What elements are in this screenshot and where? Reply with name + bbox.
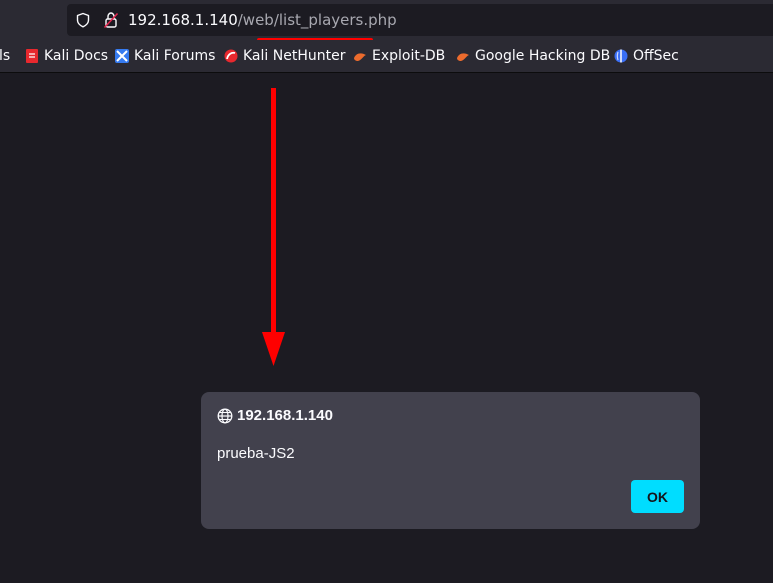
navigation-toolbar: 192.168.1.140/web/list_players.php [0,0,773,42]
bookmark-google-hacking-db[interactable]: Google Hacking DB [456,47,610,65]
ok-button[interactable]: OK [631,480,684,513]
kali-forums-icon [115,49,129,63]
alert-dialog: 192.168.1.140 prueba-JS2 OK [201,392,700,529]
shield-icon[interactable] [75,12,91,28]
kali-nethunter-icon [224,49,238,63]
url-bar[interactable]: 192.168.1.140/web/list_players.php [67,4,773,36]
bookmark-offsec[interactable]: OffSec [614,47,679,65]
offsec-icon [614,49,628,63]
bookmark-label: Kali NetHunter [243,48,346,64]
url-path: /web/list_players.php [237,11,397,29]
globe-icon [217,408,233,424]
bookmark-kali-nethunter[interactable]: Kali NetHunter [224,47,345,65]
bookmarks-toolbar: ls Kali Docs Kali Forums Kali NetHunter … [0,40,773,73]
url-host: 192.168.1.140 [128,11,238,29]
bookmark-label: Google Hacking DB [475,48,611,64]
insecure-lock-icon[interactable] [103,11,119,29]
bookmark-kali-docs[interactable]: Kali Docs [25,47,108,65]
bookmark-label: Kali Forums [134,48,216,64]
bookmark-kali-tools[interactable]: ls [0,47,10,65]
bookmark-label: Exploit-DB [372,48,446,64]
annotation-arrow [262,88,285,366]
bookmark-label: OffSec [633,48,679,64]
url-text[interactable]: 192.168.1.140/web/list_players.php [128,11,397,29]
bookmark-exploit-db[interactable]: Exploit-DB [353,47,445,65]
dialog-origin: 192.168.1.140 [237,407,333,424]
bookmark-label: Kali Docs [44,48,109,64]
exploit-db-icon [354,53,366,61]
kali-docs-icon [26,49,38,63]
dialog-message: prueba-JS2 [217,445,295,462]
google-hacking-db-icon [457,53,469,61]
bookmark-kali-forums[interactable]: Kali Forums [115,47,215,65]
bookmark-label: ls [0,48,11,64]
